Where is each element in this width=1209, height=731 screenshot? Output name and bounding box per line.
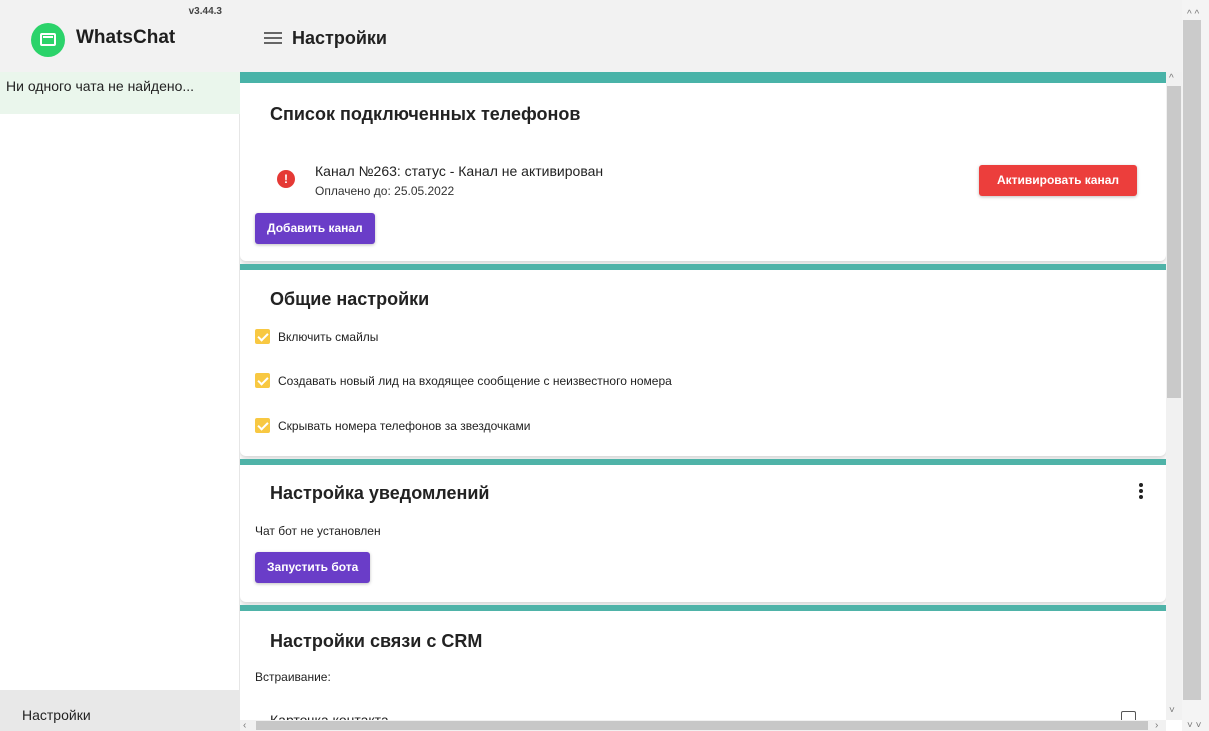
contact-card-label: Карточка контакта — [270, 712, 389, 720]
settings-content[interactable]: Список подключенных телефонов ! Канал №2… — [240, 72, 1166, 720]
more-vert-icon[interactable] — [1139, 483, 1143, 499]
channel-status: Канал №263: статус - Канал не активирова… — [315, 163, 604, 179]
sidebar: WhatsChat v3.44.3 Ни одного чата не найд… — [0, 0, 240, 731]
scroll-down-arrow-icon[interactable]: ˅ — [1169, 706, 1175, 716]
crm-settings-title: Настройки связи с CRM — [270, 631, 483, 651]
window-scroll-up-arrow-icon[interactable]: ^ ^ — [1187, 10, 1199, 20]
connected-phones-title: Список подключенных телефонов — [270, 104, 581, 124]
whatschat-logo-icon — [31, 23, 65, 57]
page-title: Настройки — [292, 28, 387, 48]
activate-channel-button[interactable]: Активировать канал — [979, 165, 1137, 196]
hamburger-menu-icon[interactable] — [264, 32, 282, 44]
empty-chat-list-message: Ни одного чата не найдено... — [0, 72, 240, 114]
general-settings-title: Общие настройки — [270, 289, 430, 309]
notifications-title: Настройка уведомлений — [270, 483, 490, 503]
embed-label: Встраивание: — [255, 670, 331, 684]
paid-until: Оплачено до: 25.05.2022 — [315, 184, 455, 198]
window-scroll-down-arrow-icon[interactable]: ˅ ˅ — [1187, 721, 1201, 731]
bot-status: Чат бот не установлен — [255, 524, 381, 538]
scroll-left-arrow-icon[interactable]: ‹ — [243, 721, 246, 731]
connected-phones-card: Список подключенных телефонов ! Канал №2… — [240, 72, 1166, 261]
contact-card-checkbox[interactable] — [1121, 711, 1136, 720]
app-name: WhatsChat — [76, 27, 176, 48]
general-settings-card: Общие настройки Включить смайлы Создават… — [240, 264, 1166, 456]
error-icon: ! — [277, 170, 295, 188]
start-bot-button[interactable]: Запустить бота — [255, 552, 371, 583]
sidebar-item-settings[interactable]: Настройки — [0, 690, 240, 731]
sidebar-header: WhatsChat v3.44.3 — [0, 0, 240, 72]
scroll-up-arrow-icon[interactable]: ^ — [1169, 74, 1174, 84]
content-horizontal-scroll-thumb[interactable] — [256, 721, 1148, 730]
notifications-card: Настройка уведомлений Чат бот не установ… — [240, 459, 1166, 602]
checkbox-checked-icon[interactable] — [255, 329, 270, 344]
top-bar: Настройки — [240, 0, 1182, 72]
content-vertical-scroll-thumb[interactable] — [1167, 86, 1181, 398]
scroll-right-arrow-icon[interactable]: › — [1155, 721, 1158, 731]
crm-settings-card: Настройки связи с CRM Встраивание: Карто… — [240, 605, 1166, 720]
window-vertical-scroll-thumb[interactable] — [1183, 20, 1201, 700]
add-channel-button[interactable]: Добавить канал — [255, 213, 375, 244]
checkbox-checked-icon[interactable] — [255, 418, 270, 433]
app-version: v3.44.3 — [188, 6, 222, 17]
checkbox-checked-icon[interactable] — [255, 373, 270, 388]
